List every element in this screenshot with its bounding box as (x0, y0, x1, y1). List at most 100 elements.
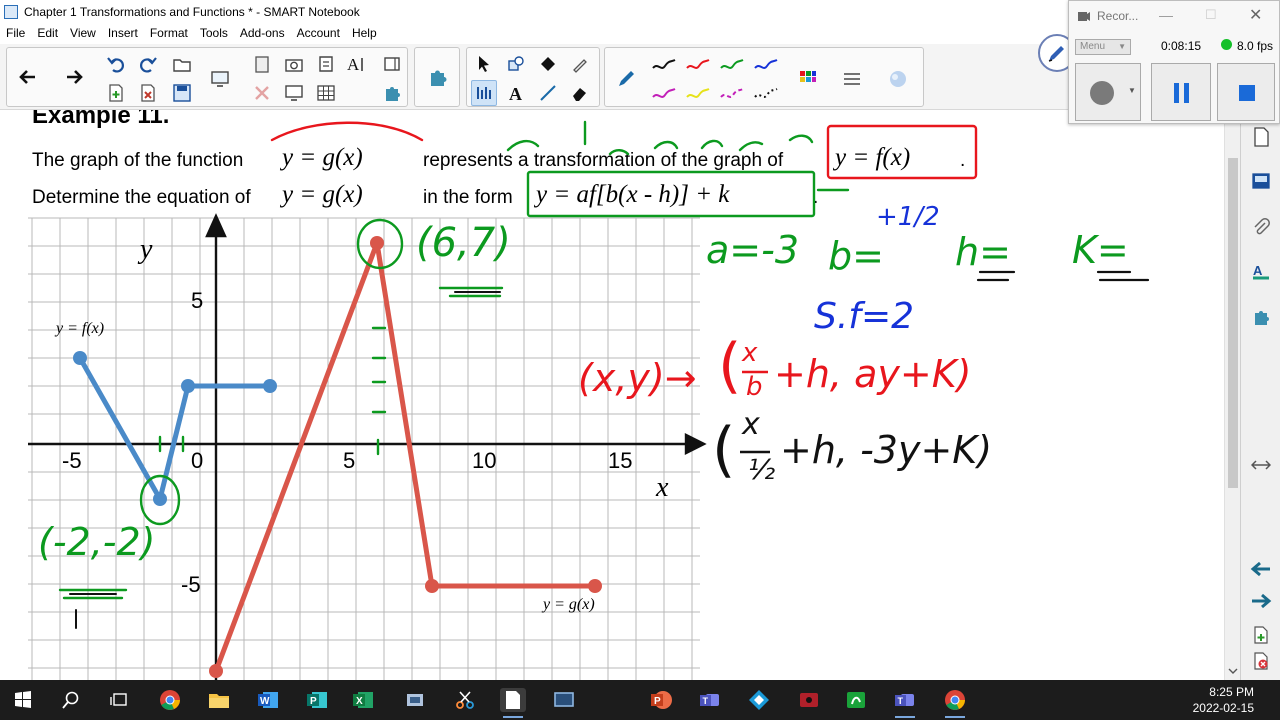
menu-help[interactable]: Help (346, 26, 383, 40)
chrome-profile-taskbar-button[interactable] (942, 688, 968, 718)
menu-edit[interactable]: Edit (31, 26, 64, 40)
recorder-maximize-button[interactable]: ☐ (1205, 7, 1217, 23)
g-graph-line (213, 240, 595, 672)
start-button[interactable] (10, 688, 36, 712)
pen-yellow-button[interactable] (685, 80, 711, 106)
task-view-button[interactable] (106, 688, 132, 712)
smart-addon-button[interactable] (425, 64, 451, 90)
system-clock[interactable]: 8:25 PM 2022-02-15 (1193, 684, 1254, 716)
delete-button[interactable] (249, 80, 275, 106)
recorder-minimize-button[interactable]: — (1159, 7, 1173, 23)
undo-button[interactable] (103, 51, 129, 77)
file-explorer-taskbar-button[interactable] (206, 688, 232, 712)
word-taskbar-button[interactable]: W (255, 688, 281, 712)
full-screen-button[interactable] (281, 80, 307, 106)
add-page-side-icon[interactable] (1252, 626, 1270, 644)
excel-taskbar-button[interactable]: X (350, 688, 376, 712)
page-sorter-tab[interactable] (1248, 124, 1274, 150)
delete-page-button[interactable] (135, 80, 161, 106)
paste-button[interactable] (249, 51, 275, 77)
recorder-menu-dropdown[interactable]: Menu ▼ (1075, 39, 1131, 55)
record-button[interactable]: ▼ (1075, 63, 1141, 121)
pen-tool-button[interactable] (613, 66, 639, 92)
redo-button[interactable] (135, 51, 161, 77)
document-camera-taskbar-button[interactable] (402, 688, 428, 712)
attachments-tab[interactable] (1248, 214, 1274, 240)
g-point (588, 579, 602, 593)
add-ons-tab[interactable] (1248, 304, 1274, 330)
previous-page-side-icon[interactable] (1250, 560, 1272, 578)
teams-chat-taskbar-button[interactable]: T (892, 688, 918, 718)
pen-red-button[interactable] (685, 51, 711, 77)
eraser-button[interactable] (567, 80, 593, 106)
toolbar-group-select: A (466, 47, 600, 107)
snipping-tool-taskbar-button[interactable] (452, 688, 478, 712)
lines-tool-button[interactable] (535, 80, 561, 106)
scrollbar-thumb[interactable] (1228, 158, 1238, 488)
ink-point-min: (-2,-2) (38, 520, 156, 564)
menu-addons[interactable]: Add-ons (234, 26, 291, 40)
ink-point-max: (6,7) (416, 220, 511, 266)
color-palette-button[interactable] (795, 66, 821, 92)
open-file-button[interactable] (169, 51, 195, 77)
save-button[interactable] (169, 80, 195, 106)
text-tool-button[interactable]: A (345, 51, 371, 77)
menu-file[interactable]: File (0, 26, 31, 40)
next-page-button[interactable] (61, 64, 87, 90)
transparency-button[interactable] (885, 66, 911, 92)
pen-magenta-button[interactable] (651, 80, 677, 106)
pen-blue-button[interactable] (753, 51, 779, 77)
screen-capture-button[interactable] (207, 66, 233, 92)
camera-button[interactable] (281, 51, 307, 77)
screen-capture-taskbar-button[interactable] (551, 688, 577, 712)
screen-shade-button[interactable] (379, 51, 405, 77)
line-style-button[interactable] (839, 66, 865, 92)
geogebra-taskbar-button[interactable] (843, 688, 869, 712)
search-button[interactable] (58, 688, 84, 712)
delete-page-side-icon[interactable] (1252, 652, 1270, 670)
previous-page-button[interactable] (15, 64, 41, 90)
chrome-taskbar-button[interactable] (157, 688, 183, 712)
scroll-down-icon[interactable] (1225, 666, 1241, 676)
document-camera-button[interactable] (313, 51, 339, 77)
properties-tab[interactable]: A (1248, 258, 1274, 284)
smart-notebook-taskbar-button[interactable] (500, 688, 526, 718)
notebook-page[interactable]: Example 11. The graph of the function y … (0, 110, 1240, 680)
menu-insert[interactable]: Insert (102, 26, 144, 40)
shapes-tool-button[interactable] (503, 51, 529, 77)
stop-button[interactable] (1217, 63, 1275, 121)
add-ons-button[interactable] (379, 80, 405, 106)
recorder-close-button[interactable]: ✕ (1249, 5, 1262, 25)
pen-dashed-magenta-button[interactable] (719, 80, 745, 106)
gallery-tab[interactable] (1248, 168, 1274, 194)
undo-icon (107, 57, 124, 73)
menu-tools[interactable]: Tools (194, 26, 234, 40)
notebook-page-icon (506, 691, 520, 709)
add-page-button[interactable] (103, 80, 129, 106)
chevron-down-icon: ▼ (1128, 86, 1136, 95)
teams-taskbar-button[interactable]: T (697, 688, 723, 712)
menu-account[interactable]: Account (291, 26, 346, 40)
fill-tool-button[interactable] (535, 51, 561, 77)
pen-dotted-black-button[interactable] (753, 80, 779, 106)
select-tool-button[interactable] (471, 51, 497, 77)
pen-black-button[interactable] (651, 51, 677, 77)
remote-desktop-taskbar-button[interactable] (746, 688, 772, 712)
pause-button[interactable] (1151, 63, 1211, 121)
publisher-taskbar-button[interactable]: P (304, 688, 330, 712)
vertical-scrollbar[interactable] (1224, 110, 1240, 680)
magic-pen-button[interactable] (567, 51, 593, 77)
pen-green-button[interactable] (719, 51, 745, 77)
table-button[interactable] (313, 80, 339, 106)
powerpoint-taskbar-button[interactable]: P (648, 688, 674, 712)
game-taskbar-button[interactable] (796, 688, 822, 712)
resize-arrows-icon[interactable] (1251, 458, 1271, 472)
save-icon (173, 84, 191, 102)
ink-mapping-x-num: x (742, 338, 758, 368)
next-page-side-icon[interactable] (1250, 592, 1272, 610)
ink-mapping2-rest: +h, -3y+K) (780, 428, 993, 472)
menu-view[interactable]: View (64, 26, 102, 40)
text-button[interactable]: A (503, 80, 529, 106)
menu-format[interactable]: Format (144, 26, 194, 40)
measurement-tools-button[interactable] (471, 80, 497, 106)
